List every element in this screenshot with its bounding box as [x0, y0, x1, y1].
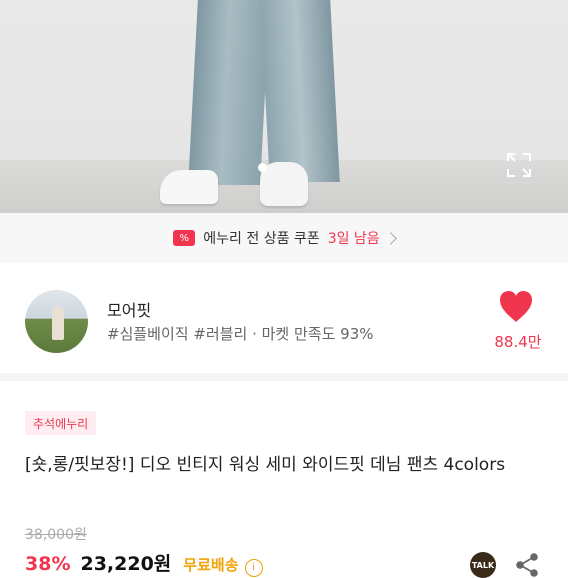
avatar-person: [52, 306, 64, 340]
expand-icon[interactable]: [506, 152, 532, 178]
talk-button[interactable]: TALK: [470, 552, 496, 578]
sneaker-left: [160, 170, 218, 204]
coupon-icon: %: [173, 230, 196, 246]
product-title: [숏,롱/핏보장!] 디오 빈티지 워싱 세미 와이드핏 데님 팬츠 4colo…: [25, 455, 506, 475]
coupon-text: 에누리 전 상품 쿠폰: [203, 231, 320, 247]
share-icon[interactable]: [514, 552, 540, 578]
jeans-right-leg: [260, 0, 340, 182]
like-count: 88.4만: [494, 333, 542, 351]
discount-rate: 38%: [25, 553, 71, 575]
jeans-left-leg: [188, 0, 270, 185]
original-price: 38,000원: [25, 527, 87, 543]
shop-tags: #심플베이직 #러블리 · 마켓 만족도 93%: [107, 325, 374, 343]
seller-section: 모어핏 #심플베이직 #러블리 · 마켓 만족도 93% 88.4만: [0, 263, 568, 381]
coupon-banner[interactable]: % 에누리 전 상품 쿠폰 3일 남음: [0, 213, 568, 263]
heart-icon[interactable]: [498, 289, 534, 325]
free-shipping-label: 무료배송: [183, 556, 239, 574]
seller-avatar[interactable]: [25, 290, 88, 353]
chevron-right-icon: [383, 231, 397, 245]
product-image[interactable]: [0, 0, 568, 213]
carousel-indicator[interactable]: [258, 163, 267, 172]
coupon-days-left: 3일 남음: [327, 231, 380, 247]
sale-price: 23,220원: [80, 553, 172, 575]
event-badge: 추석에누리: [25, 411, 97, 435]
shop-name[interactable]: 모어핏: [107, 297, 151, 321]
sneaker-right: [260, 162, 308, 206]
price-row: 38% 23,220원 무료배송 i: [25, 549, 263, 577]
